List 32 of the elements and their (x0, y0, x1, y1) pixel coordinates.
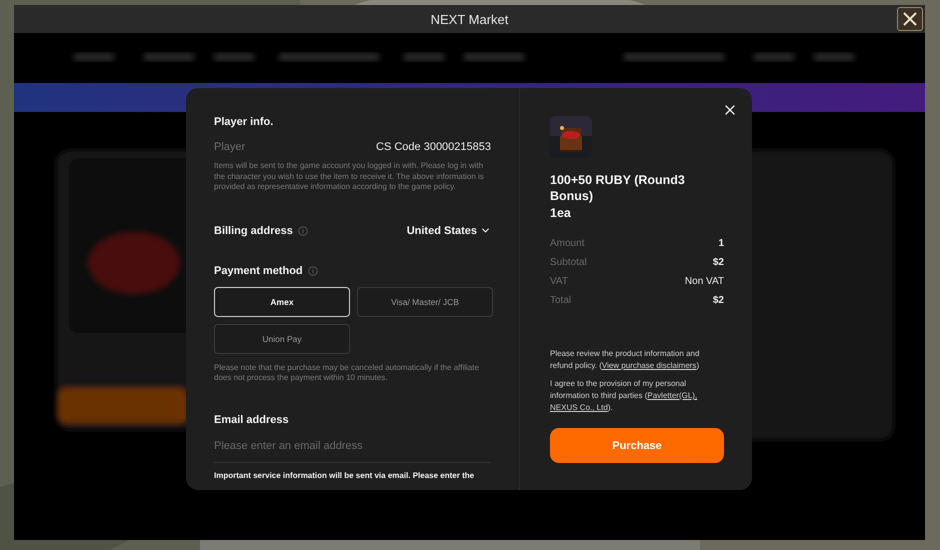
window-title: NEXT Market (430, 12, 508, 26)
section-heading: Payment method (214, 264, 303, 276)
payment-option[interactable]: Amex (214, 286, 350, 316)
payment-option[interactable]: Union Pay (214, 324, 350, 354)
policy-link[interactable]: NEXUS Co., Ltd (550, 403, 608, 412)
email-field[interactable]: Please enter an email address (214, 440, 491, 462)
policy-link[interactable]: Pavletter(GL), (647, 391, 698, 400)
payment-option[interactable]: Visa/ Master/ JCB (357, 286, 493, 316)
summary-label: Subtotal (550, 257, 587, 268)
summary-label: VAT (550, 276, 568, 287)
close-icon (901, 10, 919, 28)
country-dropdown[interactable]: United States (406, 224, 491, 236)
section-heading: Billing address (214, 224, 293, 236)
quantity: 1ea (550, 206, 572, 220)
consent-text: Please review the product information and refund policy. (View purchase disclaimers) (550, 348, 700, 372)
close-button[interactable] (897, 7, 923, 31)
summary-value: $2 (712, 257, 724, 268)
section-heading: Email address (214, 414, 289, 426)
summary-value: 1 (718, 238, 724, 249)
consent-text: I agree to the provision of my personal information to third parties (Pavletter(GL), NEXUS Co., Ltd). (550, 378, 698, 414)
info-text: Important service information will be sent via email. Please enter the (214, 470, 476, 480)
info-text: Items will be sent to the game account you logged in with. Please log in with the character you wish to use the item to receive it. The above information is provided as representative information according to the game policy. (214, 161, 485, 192)
policy-link[interactable]: View purchase disclaimers (602, 361, 696, 370)
summary-label: Amount (550, 238, 584, 249)
summary-value: Non VAT (684, 276, 724, 287)
product-title: 100+50 RUBY (Round3 Bonus) (550, 172, 686, 204)
summary-value: $2 (712, 295, 724, 306)
summary-label: Total (550, 295, 572, 306)
section-heading: Player info. (214, 116, 274, 128)
field-label: Player (214, 141, 246, 153)
info-text: Please note that the purchase may be canceled automatically if the affiliate does not process the payment within 10 minutes. (214, 362, 480, 384)
field-value: CS Code 30000215853 (376, 141, 491, 153)
